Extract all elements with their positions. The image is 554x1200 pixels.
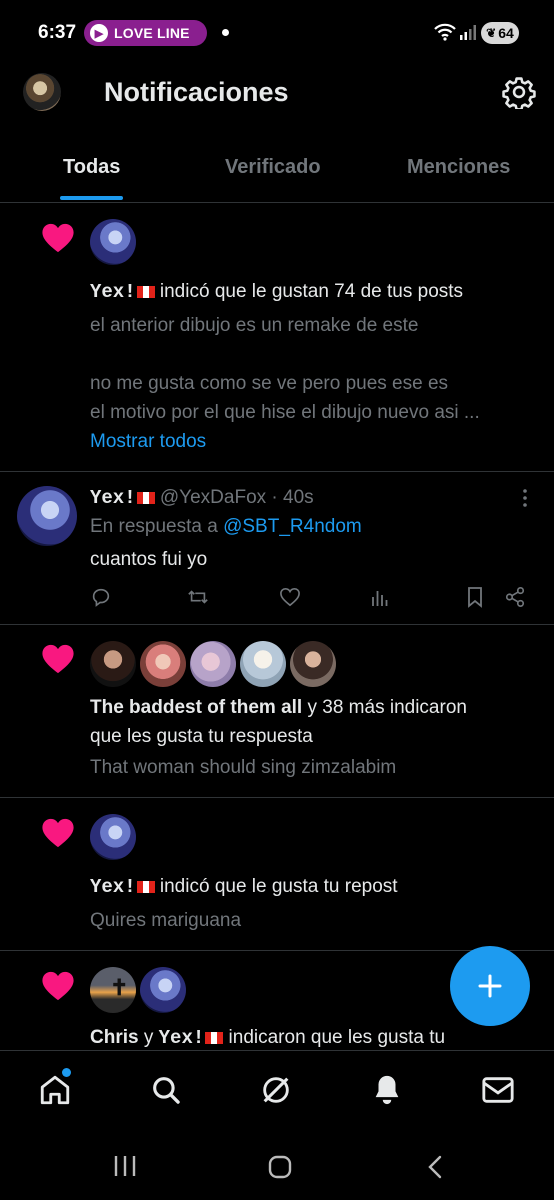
- love-line-pill[interactable]: ▶ LOVE LINE: [84, 20, 207, 46]
- user-avatar[interactable]: [140, 641, 186, 687]
- user-name[interactable]: Chris: [90, 1027, 139, 1048]
- views-icon[interactable]: [370, 586, 390, 608]
- notification-like-repost[interactable]: Yex! indicó que le gusta tu repost Quire…: [0, 798, 554, 950]
- reply-post[interactable]: Yex! @YexDaFox · 40s En respuesta a @SBT…: [0, 472, 554, 624]
- heart-icon: [42, 971, 74, 1001]
- user-avatar[interactable]: [240, 641, 286, 687]
- user-avatar[interactable]: [90, 814, 136, 860]
- reply-handle[interactable]: @YexDaFox: [160, 487, 266, 508]
- user-avatar[interactable]: [90, 219, 136, 265]
- notification-text: Yex! indicó que le gusta tu repost: [90, 872, 398, 902]
- profile-avatar[interactable]: [23, 73, 61, 111]
- reply-icon[interactable]: [90, 586, 112, 608]
- signal-icon: [460, 25, 476, 40]
- grok-icon[interactable]: [259, 1073, 293, 1107]
- status-time: 6:37: [38, 22, 77, 43]
- user-avatar[interactable]: [190, 641, 236, 687]
- joiner: y: [143, 1027, 154, 1048]
- reply-to-handle[interactable]: @SBT_R4ndom: [223, 516, 362, 537]
- recent-apps-icon[interactable]: [112, 1154, 138, 1178]
- gear-icon[interactable]: [502, 75, 536, 109]
- peru-flag-icon: [136, 491, 155, 504]
- user-name[interactable]: The baddest of them all: [90, 697, 302, 718]
- user-name[interactable]: Yex!: [159, 1027, 205, 1049]
- reply-avatar[interactable]: [17, 486, 77, 546]
- battery-leaf-icon: ❦: [486, 26, 497, 40]
- page-title: Notificaciones: [104, 77, 289, 107]
- tab-mentions[interactable]: Menciones: [407, 156, 510, 179]
- reply-time: · 40s: [271, 487, 314, 508]
- notification-dot-icon: [222, 29, 229, 36]
- notification-text: The baddest of them all y 38 más indicar…: [90, 693, 467, 722]
- plus-icon: [478, 974, 502, 998]
- tab-verified[interactable]: Verificado: [225, 156, 321, 179]
- notification-text: Yex! indicó que le gustan 74 de tus post…: [90, 277, 463, 307]
- compose-button[interactable]: [450, 946, 530, 1026]
- post-preview-line: el motivo por el que hise el dibujo nuev…: [90, 402, 480, 423]
- notification-action: y 38 más indicaron: [307, 697, 467, 718]
- reply-context: En respuesta a @SBT_R4ndom: [90, 512, 362, 541]
- notification-action: indicó que le gusta tu repost: [159, 876, 398, 897]
- user-avatar[interactable]: [290, 641, 336, 687]
- reply-header: Yex! @YexDaFox · 40s: [90, 483, 314, 513]
- heart-icon: [42, 223, 74, 253]
- wifi-icon: [434, 23, 456, 41]
- notification-action: indicaron que les gusta tu: [228, 1027, 446, 1048]
- play-icon: ▶: [90, 24, 108, 42]
- heart-icon: [42, 644, 74, 674]
- like-icon[interactable]: [279, 587, 301, 607]
- cross-icon: ✝: [110, 975, 129, 1000]
- user-avatar[interactable]: [140, 967, 186, 1013]
- home-badge-dot: [62, 1068, 71, 1077]
- back-icon[interactable]: [426, 1154, 444, 1180]
- user-name[interactable]: Yex!: [90, 876, 136, 898]
- home-icon[interactable]: [38, 1073, 72, 1107]
- status-bar: 6:37 ▶ LOVE LINE ❦ 64: [0, 0, 554, 60]
- heart-icon: [42, 818, 74, 848]
- user-avatar[interactable]: [90, 641, 136, 687]
- reply-text: cuantos fui yo: [90, 549, 208, 570]
- bell-icon[interactable]: [370, 1073, 404, 1107]
- love-line-label: LOVE LINE: [114, 25, 190, 41]
- reply-prefix: En respuesta a: [90, 516, 218, 537]
- mail-icon[interactable]: [481, 1074, 515, 1106]
- user-name[interactable]: Yex!: [90, 281, 136, 303]
- notification-text: Chris y Yex! indicaron que les gusta tu: [90, 1023, 445, 1050]
- tab-all[interactable]: Todas: [63, 156, 120, 179]
- battery-indicator: ❦ 64: [481, 22, 519, 44]
- battery-level: 64: [498, 25, 514, 41]
- notification-action-cont: que les gusta tu respuesta: [90, 726, 313, 747]
- bottom-nav: [0, 1050, 554, 1131]
- peru-flag-icon: [205, 1031, 224, 1044]
- post-preview-line: el anterior dibujo es un remake de este: [90, 315, 419, 336]
- share-icon[interactable]: [504, 586, 526, 608]
- repost-icon[interactable]: [186, 586, 210, 608]
- quoted-post: Quires mariguana: [90, 910, 242, 931]
- quoted-reply: That woman should sing zimzalabim: [90, 757, 397, 778]
- peru-flag-icon: [136, 285, 155, 298]
- more-options-icon[interactable]: [520, 488, 530, 508]
- bookmark-icon[interactable]: [466, 586, 484, 608]
- user-avatar[interactable]: ✝: [90, 967, 136, 1013]
- search-icon[interactable]: [149, 1073, 183, 1107]
- show-all-link[interactable]: Mostrar todos: [90, 427, 206, 456]
- notification-like-posts[interactable]: Yex! indicó que le gustan 74 de tus post…: [0, 203, 554, 471]
- reply-user-name[interactable]: Yex!: [90, 487, 136, 509]
- notification-action: indicó que le gustan 74 de tus posts: [159, 281, 464, 302]
- active-tab-indicator: [60, 196, 123, 200]
- home-system-icon[interactable]: [267, 1154, 293, 1180]
- notification-like-reply[interactable]: The baddest of them all y 38 más indicar…: [0, 625, 554, 797]
- peru-flag-icon: [136, 880, 155, 893]
- post-preview-line: no me gusta como se ve pero pues ese es: [90, 373, 449, 394]
